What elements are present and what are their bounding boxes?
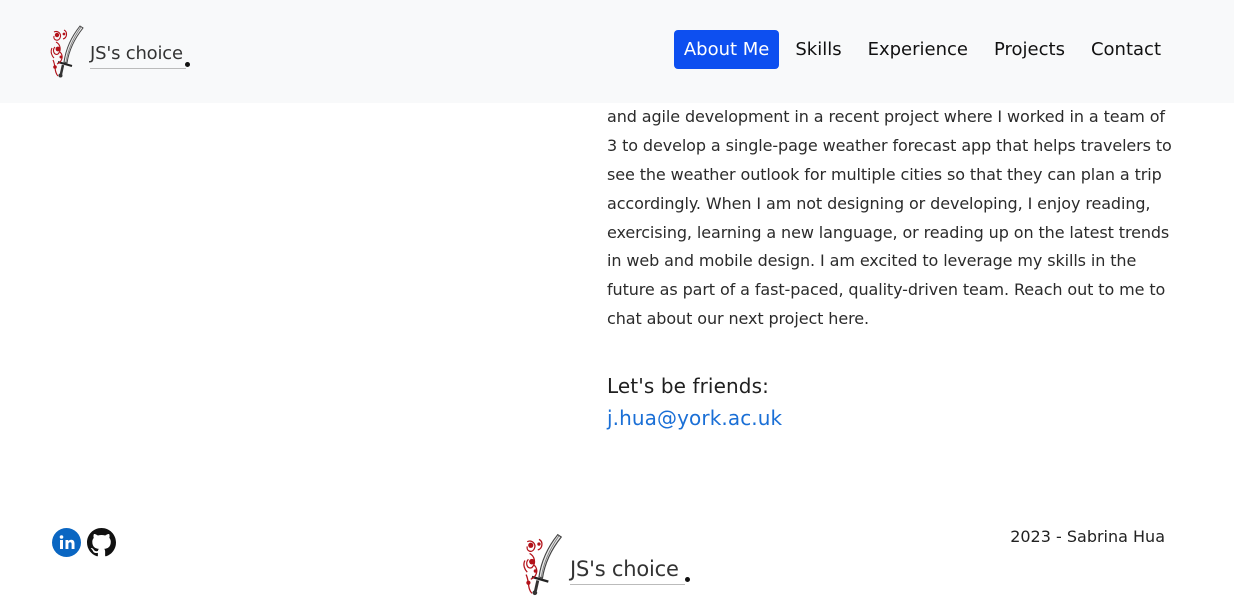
navbar: JS's choice About Me Skills Experience P… (0, 0, 1234, 103)
sword-flower-logo-icon (523, 533, 563, 596)
nav-link-experience[interactable]: Experience (855, 30, 981, 69)
about-paragraph: engage users for an impactful user exper… (607, 78, 1172, 329)
footer-brand-underline (570, 584, 685, 585)
friends-heading: Let's be friends: (607, 374, 769, 398)
footer-brand-logo[interactable]: JS's choice (522, 530, 702, 598)
linkedin-icon[interactable] (52, 528, 81, 557)
nav-links: About Me Skills Experience Projects Cont… (673, 30, 1174, 69)
footer-brand-dot (685, 577, 690, 582)
sword-flower-logo-icon (50, 25, 84, 78)
nav-link-projects[interactable]: Projects (981, 30, 1078, 69)
social-links (52, 528, 116, 557)
footer-brand-text: JS's choice (570, 557, 679, 581)
nav-link-about-me[interactable]: About Me (673, 30, 780, 69)
github-icon[interactable] (87, 528, 116, 557)
email-link[interactable]: j.hua@york.ac.uk (607, 406, 782, 430)
copyright-text: 2023 - Sabrina Hua (1010, 527, 1165, 546)
brand-text: JS's choice (90, 43, 183, 64)
about-paragraph-container: engage users for an impactful user exper… (607, 74, 1173, 334)
brand-underline (90, 68, 186, 69)
nav-link-skills[interactable]: Skills (782, 30, 854, 69)
nav-link-contact[interactable]: Contact (1078, 30, 1174, 69)
brand-dot (185, 62, 190, 67)
brand-logo[interactable]: JS's choice (50, 22, 200, 80)
